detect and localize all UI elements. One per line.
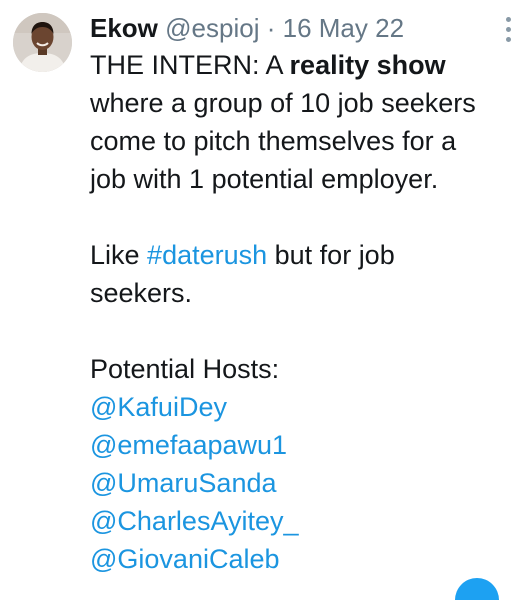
tweet-line-6: seekers. — [90, 278, 193, 308]
tweet[interactable]: Ekow @espioj · 16 May 22 THE INTERN: A r… — [0, 0, 529, 600]
tweet-line-1: THE INTERN: A reality show — [90, 46, 510, 84]
tweet-line-3: come to pitch themselves for a — [90, 126, 457, 156]
mention-link[interactable]: @KafuiDey — [90, 388, 510, 426]
header-separator: · — [266, 13, 276, 43]
dot — [505, 16, 511, 22]
hashtag-link[interactable]: #daterush — [147, 240, 267, 270]
like-prefix: Like — [90, 240, 148, 270]
compose-fab-edge[interactable] — [455, 578, 499, 600]
mention-link[interactable]: @CharlesAyitey_ — [90, 502, 510, 540]
mention-link[interactable]: @GiovaniCaleb — [90, 540, 510, 578]
tweet-line-4: job with 1 potential employer. — [90, 164, 439, 194]
hosts-label: Potential Hosts: — [90, 354, 280, 384]
avatar-image — [13, 13, 72, 72]
dot — [505, 36, 511, 42]
more-vertical-icon[interactable] — [496, 12, 520, 46]
mention-link[interactable]: @emefaapawu1 — [90, 426, 510, 464]
mention-link[interactable]: @UmaruSanda — [90, 464, 510, 502]
tweet-text: THE INTERN: A reality show where a group… — [90, 46, 510, 578]
tweet-text-bold: reality show — [289, 50, 446, 80]
tweet-text-prefix: THE INTERN: A — [90, 50, 290, 80]
avatar[interactable] — [13, 13, 72, 72]
tweet-line-5: Like #daterush but for job — [90, 236, 510, 274]
tweet-content: Ekow @espioj · 16 May 22 THE INTERN: A r… — [90, 10, 510, 578]
tweet-line-2: where a group of 10 job seekers — [90, 88, 476, 118]
tweet-date[interactable]: 16 May 22 — [283, 13, 404, 43]
author-name[interactable]: Ekow — [90, 13, 158, 43]
dot — [505, 26, 511, 32]
author-handle[interactable]: @espioj — [165, 13, 259, 43]
tweet-header: Ekow @espioj · 16 May 22 — [90, 10, 510, 46]
like-suffix: but for job — [267, 240, 395, 270]
